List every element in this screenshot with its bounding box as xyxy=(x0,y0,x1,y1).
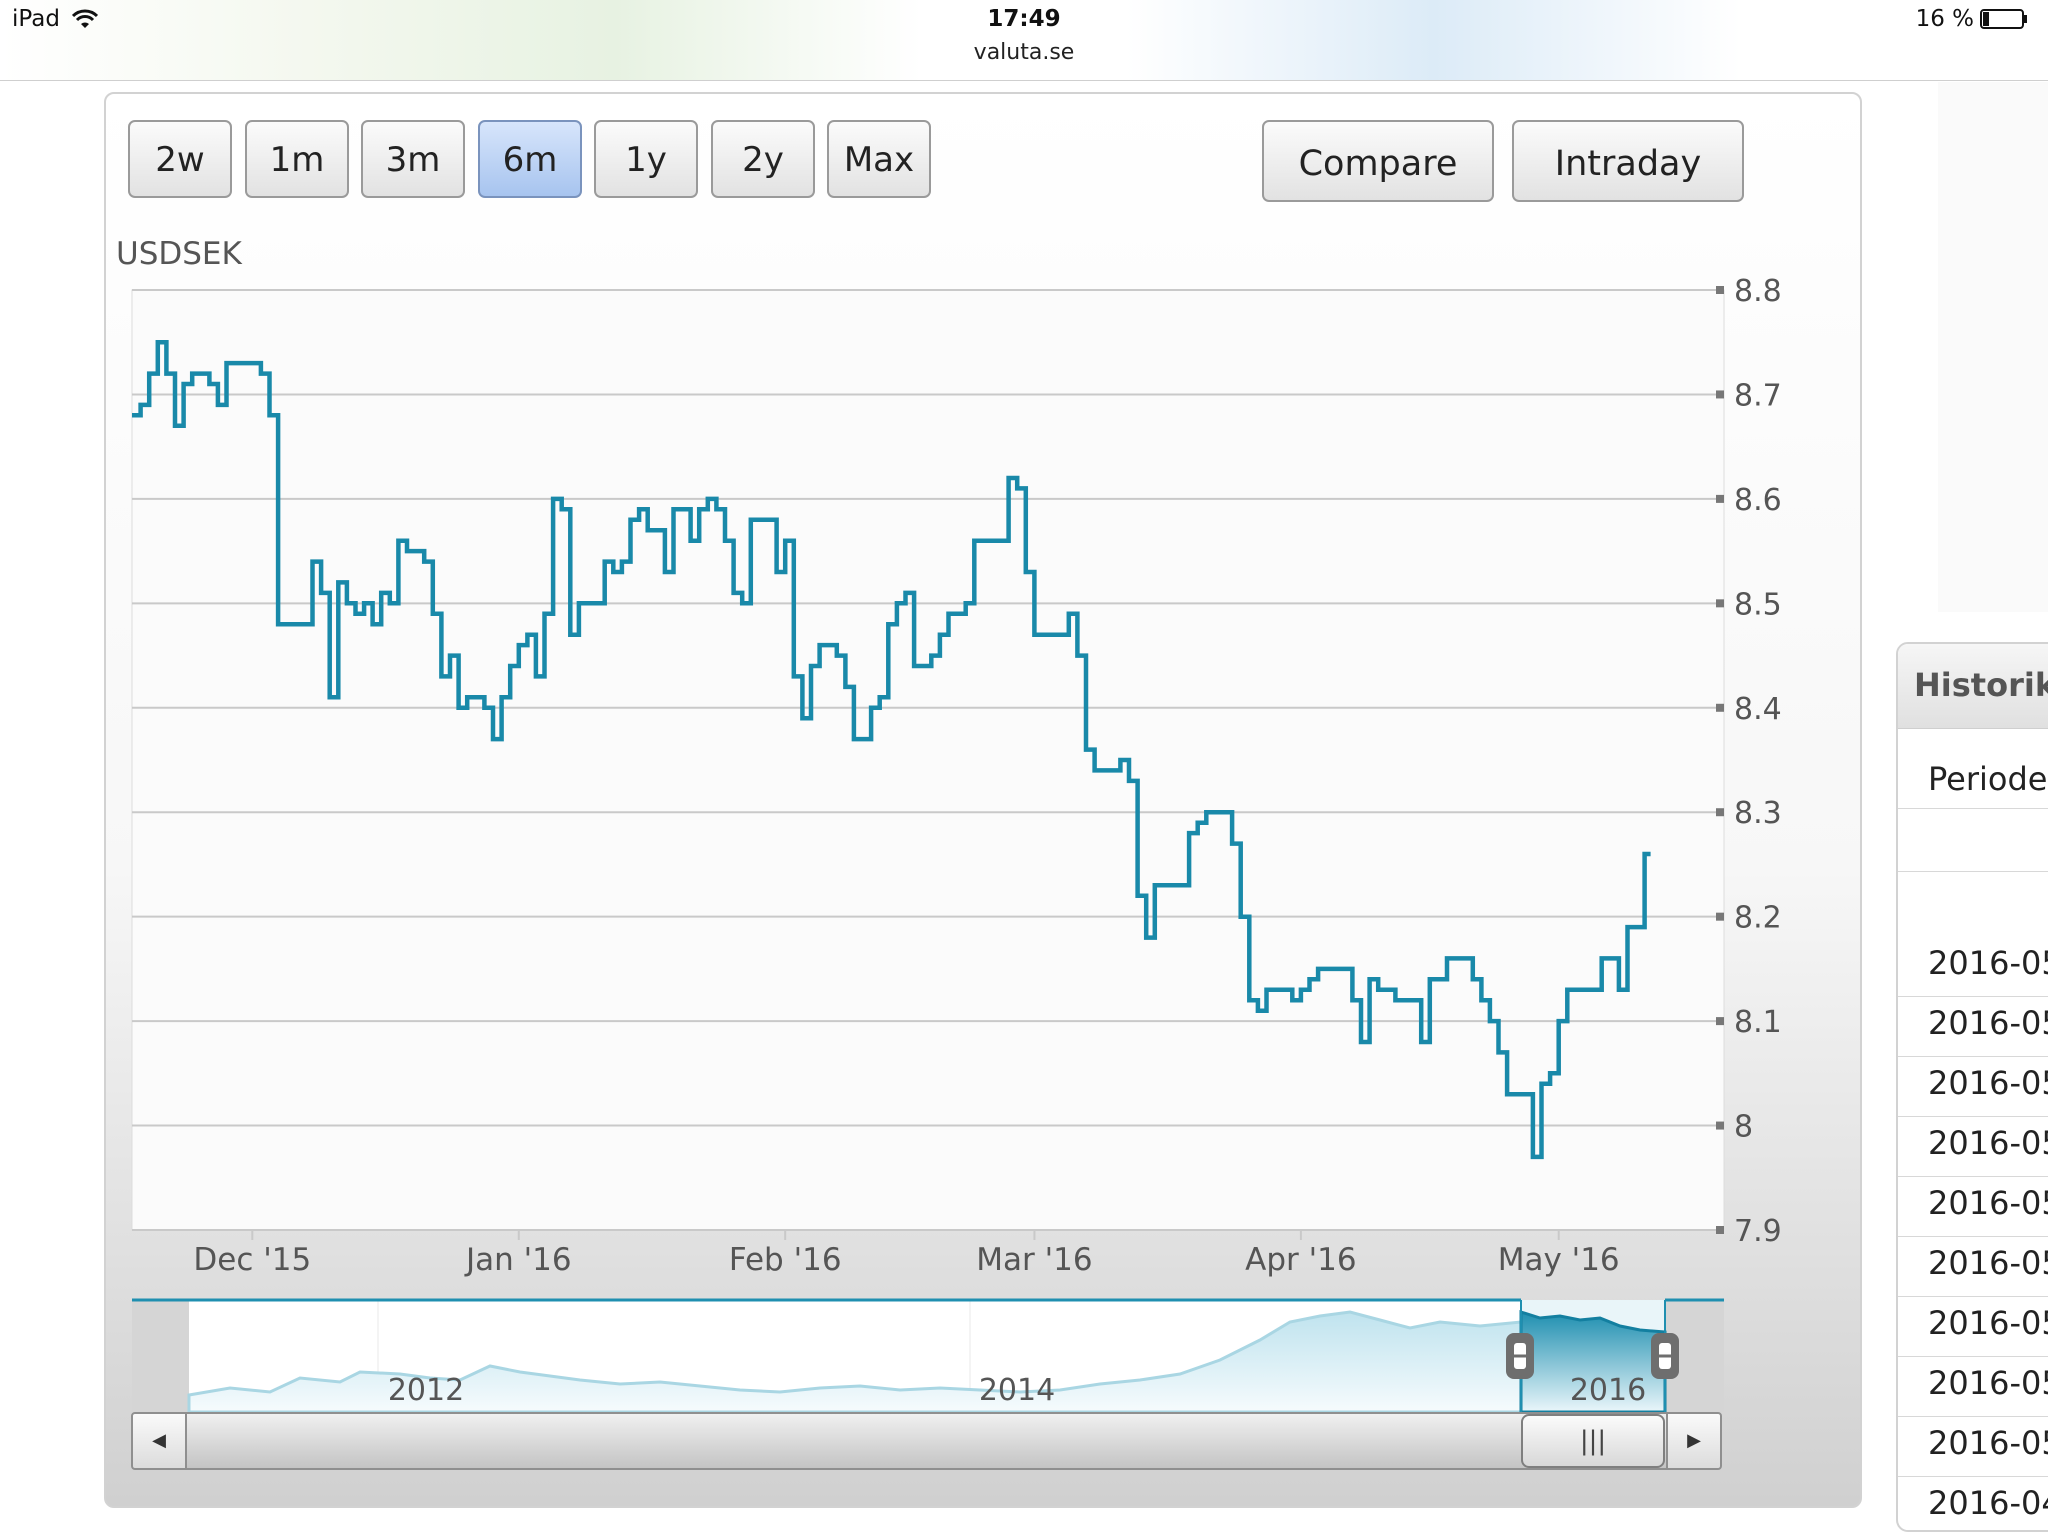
y-tick-label: 8.5 xyxy=(1734,587,1782,622)
history-header: Historik xyxy=(1898,644,2048,729)
y-tick-mark xyxy=(1716,1121,1724,1130)
table-row[interactable]: 2016-05 xyxy=(1898,1416,2048,1477)
table-row[interactable]: 2016-05 xyxy=(1898,1356,2048,1417)
scrollbar-track[interactable] xyxy=(187,1412,1666,1470)
y-tick-mark xyxy=(1716,912,1724,921)
left-arrow-icon: ◀ xyxy=(152,1430,166,1451)
table-row[interactable]: 2016-04 xyxy=(1898,1476,2048,1530)
y-tick-label: 7.9 xyxy=(1734,1214,1782,1249)
navigator-label-2014: 2014 xyxy=(979,1373,1055,1408)
y-tick-mark xyxy=(1716,286,1724,294)
x-tick-label: May '16 xyxy=(1498,1242,1620,1278)
y-tick-label: 8.7 xyxy=(1734,378,1782,413)
table-row[interactable]: 2016-05 xyxy=(1898,1296,2048,1357)
history-filter-row xyxy=(1898,808,2048,872)
plot-area xyxy=(131,289,1725,1231)
table-row[interactable]: 2016-05 xyxy=(1898,1116,2048,1177)
y-tick-label: 8.8 xyxy=(1734,274,1782,309)
y-tick-label: 8.4 xyxy=(1734,692,1782,727)
history-title: Historik xyxy=(1914,666,2048,704)
y-tick-label: 8.3 xyxy=(1734,796,1782,831)
y-tick-mark xyxy=(1716,390,1724,399)
x-tick-label: Dec '15 xyxy=(193,1242,311,1278)
history-panel: Historik Periode 2016-05 2016-05 2016-05… xyxy=(1896,642,2048,1532)
price-chart: USDSEK 8.8 8.7 8.6 8.5 8.4 8.3 8.2 8.1 8 7.9 Dec … xyxy=(116,236,1782,1414)
navigator-left-handle[interactable] xyxy=(1506,1333,1534,1379)
table-row[interactable]: 2016-05 xyxy=(1898,1056,2048,1117)
scroll-right-button[interactable]: ▶ xyxy=(1666,1412,1722,1470)
navigator-right-handle[interactable] xyxy=(1651,1333,1679,1379)
y-tick-mark xyxy=(1716,1017,1724,1026)
y-tick-mark xyxy=(1716,703,1724,712)
right-arrow-icon: ▶ xyxy=(1687,1430,1701,1451)
y-tick-label: 8.2 xyxy=(1734,901,1782,936)
x-tick-label: Apr '16 xyxy=(1245,1242,1356,1278)
y-tick-label: 8 xyxy=(1734,1110,1753,1145)
chart-title: USDSEK xyxy=(116,236,243,272)
scrollbar-thumb[interactable]: ||| xyxy=(1521,1414,1665,1468)
x-tick-label: Jan '16 xyxy=(464,1242,572,1278)
x-tick-label: Feb '16 xyxy=(729,1242,842,1278)
scroll-left-button[interactable]: ◀ xyxy=(131,1412,187,1470)
y-tick-mark xyxy=(1716,599,1724,608)
navigator-label-2016: 2016 xyxy=(1570,1373,1646,1408)
y-tick-label: 8.6 xyxy=(1734,483,1782,518)
y-tick-label: 8.1 xyxy=(1734,1005,1782,1040)
y-tick-mark xyxy=(1716,1226,1724,1234)
grip-icon: ||| xyxy=(1579,1426,1607,1456)
x-tick-label: Mar '16 xyxy=(976,1242,1092,1278)
navigator-label-2012: 2012 xyxy=(388,1373,464,1408)
table-row[interactable]: 2016-05 xyxy=(1898,996,2048,1057)
table-row[interactable]: 2016-05 xyxy=(1898,1236,2048,1297)
y-tick-mark xyxy=(1716,494,1724,503)
history-column-period[interactable]: Periode xyxy=(1928,760,2047,798)
y-tick-mark xyxy=(1716,808,1724,817)
table-row[interactable]: 2016-05 xyxy=(1898,936,2048,997)
table-row[interactable]: 2016-05 xyxy=(1898,1176,2048,1237)
